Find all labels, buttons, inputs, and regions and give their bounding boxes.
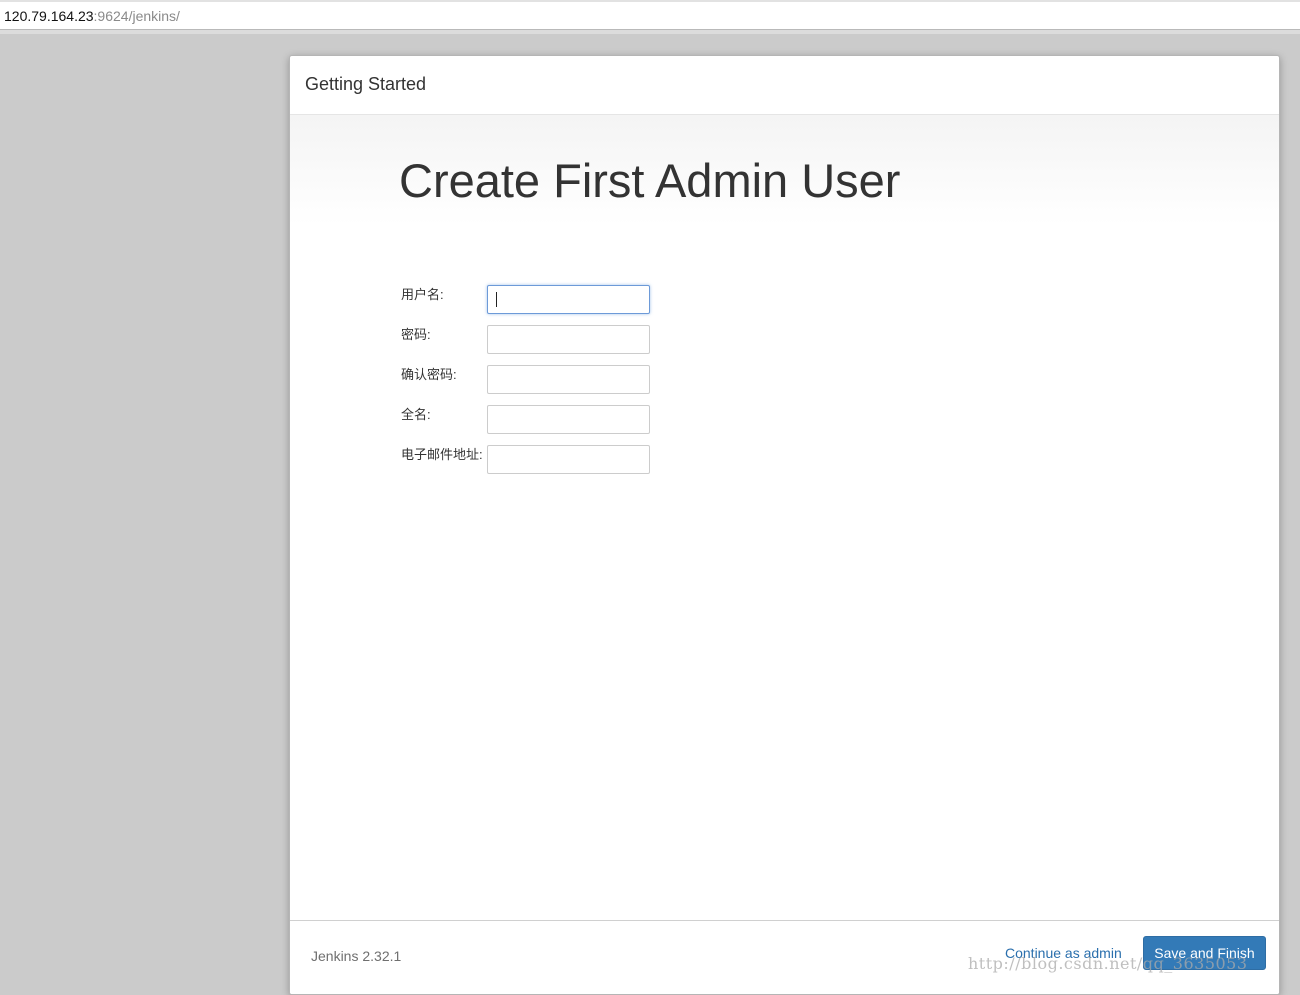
fullname-input[interactable] [487,405,650,434]
username-label: 用户名: [401,287,444,302]
version-text: Jenkins 2.32.1 [311,948,402,964]
password-input[interactable] [487,325,650,354]
dialog-body: Create First Admin User 用户名: 密码: 确认密码: 全… [290,115,1279,920]
fullname-label: 全名: [401,407,431,422]
url-text[interactable]: 120.79.164.23:9624/jenkins/ [4,7,180,25]
username-input[interactable] [487,285,650,314]
toolbar-divider [0,30,1300,34]
email-input[interactable] [487,445,650,474]
url-host: 120.79.164.23 [4,8,94,24]
password-label: 密码: [401,327,431,342]
watermark: http://blog.csdn.net/qq_3635053 [968,954,1248,973]
page-heading: Create First Admin User [399,154,901,207]
confirm-password-label: 确认密码: [401,367,457,382]
url-path: :9624/jenkins/ [93,8,180,24]
text-caret [496,292,497,307]
confirm-password-input[interactable] [487,365,650,394]
email-label: 电子邮件地址: [401,447,483,462]
setup-dialog: Getting Started Create First Admin User … [289,55,1280,995]
dialog-header: Getting Started [290,56,1279,115]
address-bar[interactable]: 120.79.164.23:9624/jenkins/ [0,0,1300,30]
dialog-title: Getting Started [305,74,427,94]
